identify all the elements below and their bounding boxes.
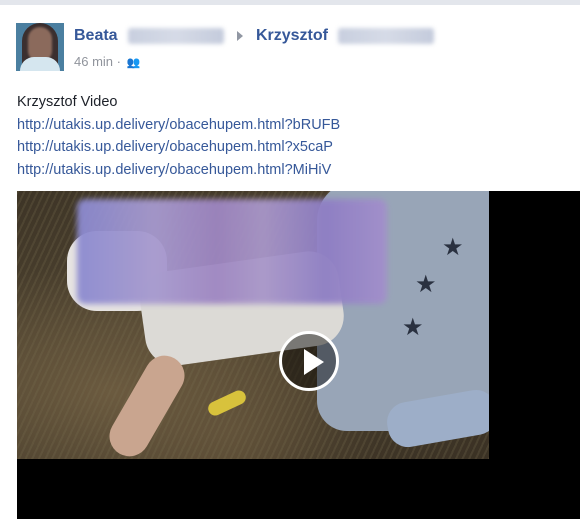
post-link[interactable]: http://utakis.up.delivery/obacehupem.htm… bbox=[17, 159, 340, 182]
post-header-names: Beata Krzysztof bbox=[74, 27, 435, 49]
post-message: Krzysztof Video bbox=[17, 94, 118, 110]
group-audience-icon[interactable]: 👥 bbox=[127, 56, 141, 69]
author-avatar[interactable] bbox=[16, 23, 64, 71]
feed-post: Beata Krzysztof 46 min · 👥 Krzysztof Vid… bbox=[0, 0, 580, 525]
play-icon[interactable] bbox=[279, 331, 339, 391]
post-meta: 46 min · 👥 bbox=[74, 54, 141, 69]
video-player[interactable]: ★ ★ ★ bbox=[17, 191, 580, 519]
triangle-right-icon bbox=[237, 31, 244, 41]
post-timestamp[interactable]: 46 min bbox=[74, 54, 113, 69]
post-link[interactable]: http://utakis.up.delivery/obacehupem.htm… bbox=[17, 114, 340, 137]
star-print: ★ bbox=[442, 234, 464, 261]
blurred-faces bbox=[77, 199, 387, 304]
recipient-surname-redacted bbox=[338, 28, 435, 44]
star-print: ★ bbox=[402, 314, 424, 341]
post-link[interactable]: http://utakis.up.delivery/obacehupem.htm… bbox=[17, 136, 340, 159]
author-surname-redacted bbox=[128, 28, 225, 44]
author-name[interactable]: Beata bbox=[74, 27, 118, 44]
post-body: Krzysztof Video http://utakis.up.deliver… bbox=[17, 91, 340, 181]
video-thumbnail: ★ ★ ★ bbox=[17, 191, 489, 459]
recipient-name[interactable]: Krzysztof bbox=[256, 27, 328, 44]
star-print: ★ bbox=[415, 271, 437, 298]
